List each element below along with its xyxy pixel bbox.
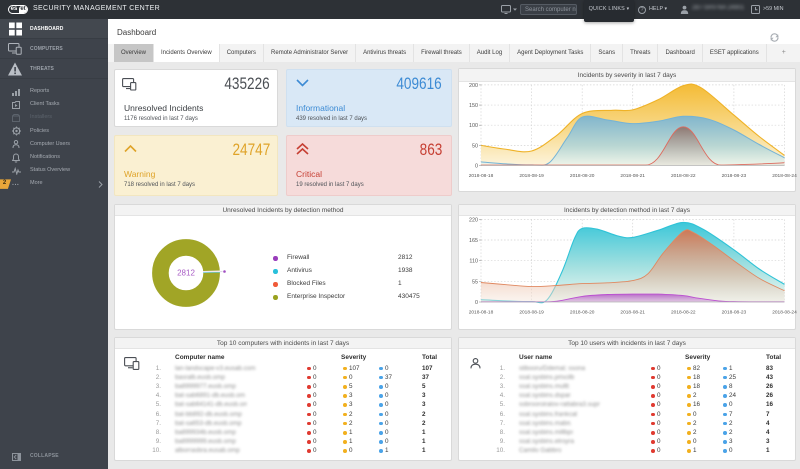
- svg-text:2018-08-23: 2018-08-23: [722, 173, 747, 179]
- svg-text:2018-08-22: 2018-08-22: [671, 310, 696, 316]
- svg-text:50: 50: [472, 143, 478, 149]
- svg-text:2018-08-19: 2018-08-19: [519, 173, 544, 179]
- svg-text:2018-08-22: 2018-08-22: [671, 173, 696, 179]
- svg-text:2018-08-24: 2018-08-24: [772, 310, 797, 316]
- svg-text:2018-08-21: 2018-08-21: [620, 173, 645, 179]
- svg-text:150: 150: [469, 103, 478, 109]
- svg-text:220: 220: [469, 217, 478, 223]
- svg-text:2018-08-23: 2018-08-23: [722, 310, 747, 316]
- svg-text:165: 165: [469, 238, 478, 244]
- svg-text:2018-08-20: 2018-08-20: [570, 310, 595, 316]
- svg-text:110: 110: [469, 259, 478, 265]
- svg-text:0: 0: [475, 163, 478, 169]
- svg-text:0: 0: [475, 300, 478, 306]
- svg-text:2812: 2812: [177, 269, 195, 278]
- svg-text:100: 100: [469, 123, 478, 129]
- svg-text:2018-08-20: 2018-08-20: [570, 173, 595, 179]
- svg-text:2018-08-24: 2018-08-24: [772, 173, 797, 179]
- svg-text:55: 55: [472, 279, 478, 285]
- svg-text:2018-08-18: 2018-08-18: [469, 310, 494, 316]
- svg-text:200: 200: [469, 82, 478, 88]
- svg-text:2018-08-21: 2018-08-21: [620, 310, 645, 316]
- svg-text:2018-08-19: 2018-08-19: [519, 310, 544, 316]
- svg-text:2018-08-18: 2018-08-18: [469, 173, 494, 179]
